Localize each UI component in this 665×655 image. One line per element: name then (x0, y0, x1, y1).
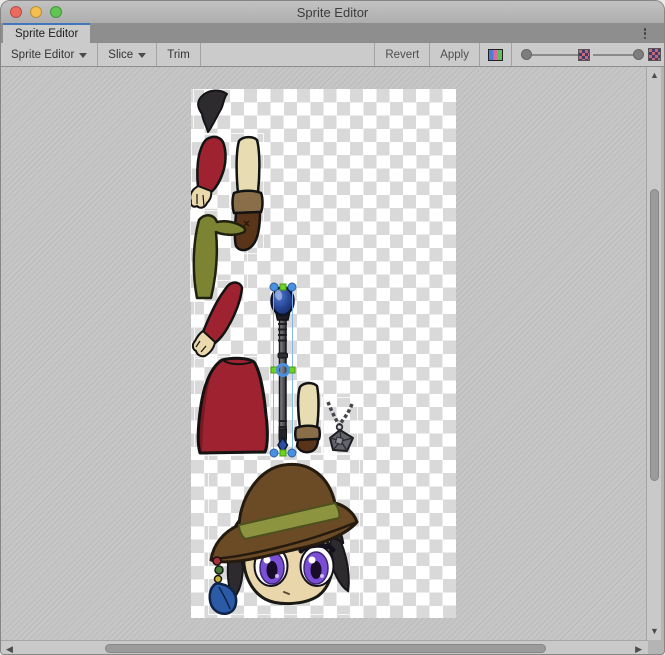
revert-button[interactable]: Revert (375, 43, 429, 66)
zoom-slider-track[interactable] (526, 54, 578, 56)
kebab-menu-icon[interactable] (638, 26, 652, 41)
v-scrollbar-thumb[interactable] (650, 189, 659, 481)
selection-handle-top-left[interactable] (270, 283, 279, 292)
chevron-down-icon (79, 53, 87, 58)
selection-handle-top-right[interactable] (288, 283, 297, 292)
pivot-handle[interactable] (276, 363, 290, 377)
scroll-right-icon[interactable]: ▶ (635, 645, 642, 654)
horizontal-scrollbar[interactable]: ◀ ▶ (1, 640, 648, 655)
scroll-left-icon[interactable]: ◀ (6, 645, 13, 654)
amulet-sprite[interactable] (328, 402, 353, 451)
zoom-mip-sliders (512, 43, 664, 66)
zoom-button[interactable] (50, 6, 62, 18)
tab-strip: Sprite Editor (1, 23, 664, 43)
rgb-alpha-toggle-button[interactable] (480, 43, 511, 66)
robe-sprite[interactable] (198, 358, 267, 453)
canvas-area[interactable] (1, 67, 648, 640)
h-scrollbar-thumb[interactable] (105, 644, 546, 653)
mip-slider-knob[interactable] (633, 49, 644, 60)
selection-handle-bottom-left[interactable] (270, 449, 279, 458)
window-title: Sprite Editor (1, 5, 664, 20)
vertical-scrollbar[interactable]: ▲ ▼ (646, 67, 661, 640)
scroll-up-icon[interactable]: ▲ (650, 71, 659, 80)
selection-handle-bottom-center[interactable] (280, 450, 287, 457)
selection-handle-top-center[interactable] (280, 284, 287, 291)
selection-handle-bottom-right[interactable] (288, 449, 297, 458)
separator (200, 43, 201, 66)
tab-sprite-editor[interactable]: Sprite Editor (3, 23, 90, 43)
selection-box[interactable] (273, 286, 293, 454)
close-button[interactable] (10, 6, 22, 18)
scroll-down-icon[interactable]: ▼ (650, 627, 659, 636)
titlebar: Sprite Editor (1, 1, 664, 23)
sleeve-upper-sprite[interactable] (191, 137, 226, 208)
toolbar: Sprite Editor Slice Trim Revert Apply (1, 43, 664, 67)
sprite-editor-window: Sprite Editor Sprite Editor Sprite Edito… (0, 0, 665, 655)
texture-area[interactable] (191, 89, 456, 618)
head-sprite[interactable] (210, 464, 357, 613)
mip-texture-small-icon (578, 49, 590, 61)
rgb-channels-icon (488, 49, 503, 61)
sprite-editor-dropdown[interactable]: Sprite Editor (1, 43, 97, 66)
trim-button[interactable]: Trim (157, 43, 200, 66)
mip-texture-large-icon (648, 48, 661, 61)
right-eye (301, 545, 334, 586)
apply-button[interactable]: Apply (430, 43, 479, 66)
hair-tuft-sprite[interactable] (198, 91, 227, 132)
sprite-sheet-artwork (191, 89, 456, 618)
chevron-down-icon (138, 53, 146, 58)
boot-short-sprite[interactable] (295, 383, 320, 452)
minimize-button[interactable] (30, 6, 42, 18)
zoom-slider-knob[interactable] (521, 49, 532, 60)
slice-dropdown[interactable]: Slice (98, 43, 156, 66)
